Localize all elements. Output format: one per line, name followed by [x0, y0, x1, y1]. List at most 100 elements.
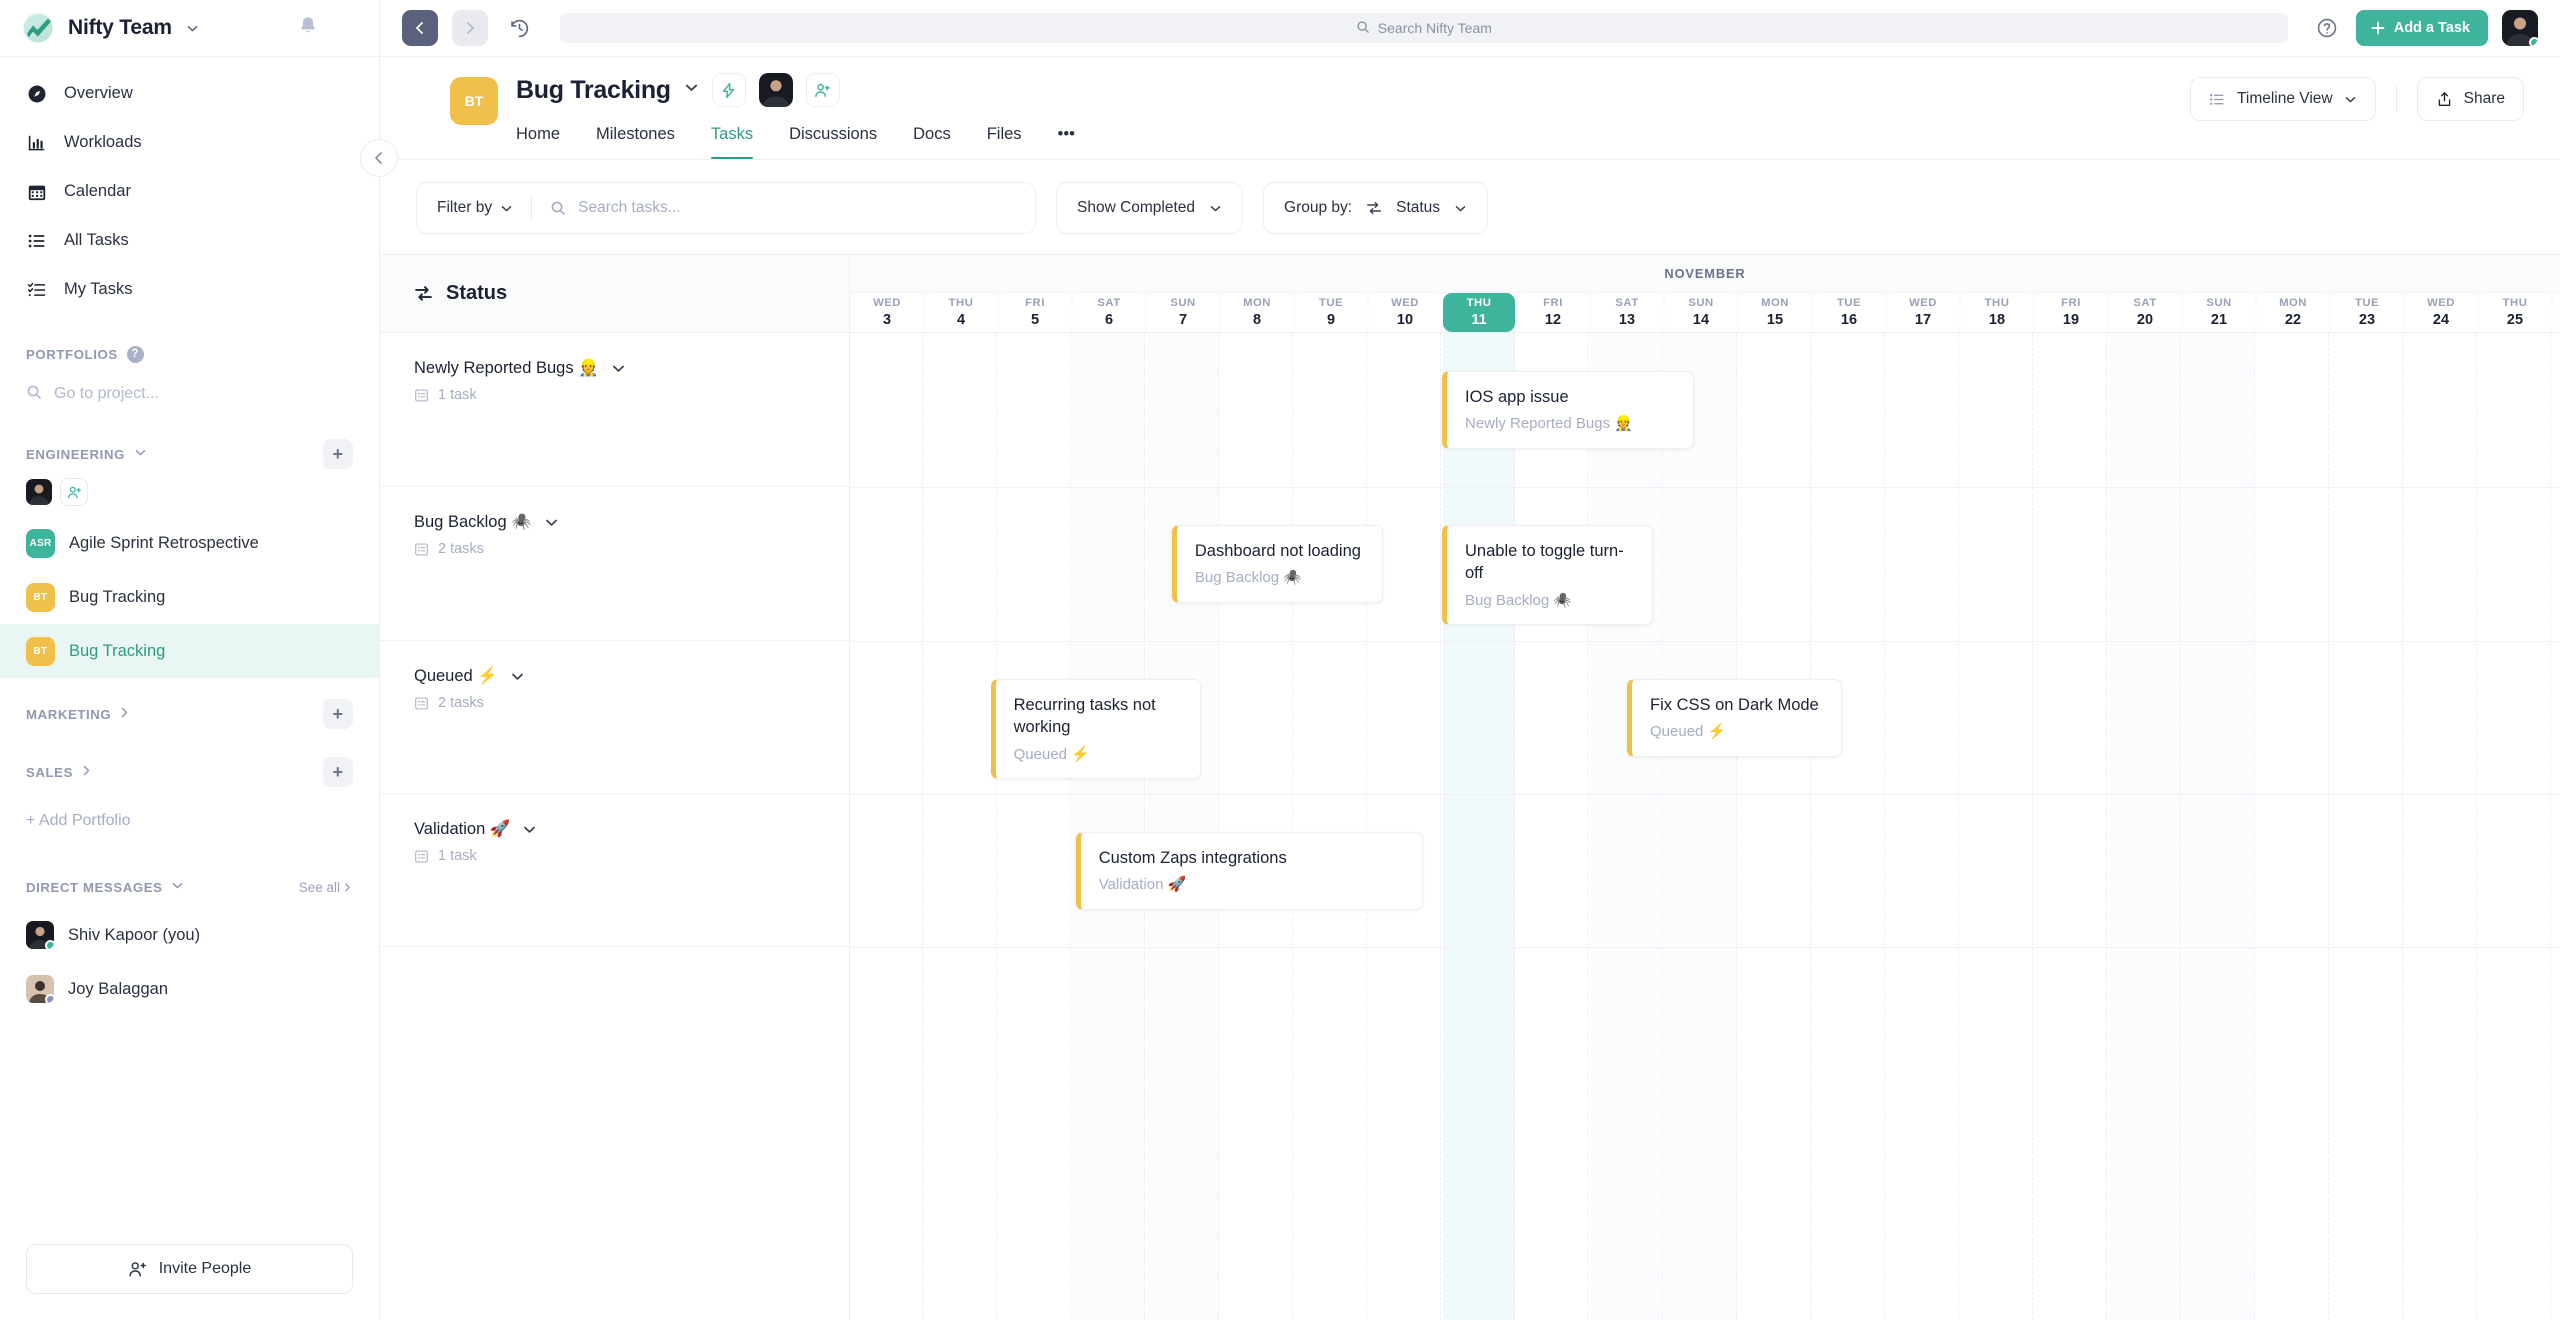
timeline-day-15[interactable]: MON 15 — [1739, 293, 1811, 332]
chevron-down-icon[interactable] — [171, 879, 184, 895]
sales-section-header[interactable]: SALES + — [0, 750, 379, 794]
show-completed-button[interactable]: Show Completed — [1056, 182, 1244, 234]
timeline-day-11[interactable]: THU 11 — [1443, 293, 1515, 332]
tab-files[interactable]: Files — [969, 115, 1040, 159]
timeline-task-card[interactable]: IOS app issue Newly Reported Bugs 👷 — [1442, 371, 1694, 449]
portfolios-help-icon[interactable]: ? — [126, 345, 144, 363]
timeline-column — [2257, 333, 2329, 1320]
engineering-section-header[interactable]: ENGINEERING + — [0, 434, 379, 474]
tab-tasks[interactable]: Tasks — [693, 115, 771, 159]
timeline-day-20[interactable]: SAT 20 — [2109, 293, 2181, 332]
timeline-task-card[interactable]: Unable to toggle turn-off Bug Backlog 🕷️ — [1442, 525, 1653, 626]
timeline-day-14[interactable]: SUN 14 — [1665, 293, 1737, 332]
see-all-link[interactable]: See all — [299, 880, 353, 895]
add-member-button[interactable] — [805, 73, 840, 107]
dm-item-joy-balaggan[interactable]: Joy Balaggan — [0, 962, 379, 1016]
sidebar-collapse-button[interactable] — [360, 139, 398, 177]
timeline-day-5[interactable]: FRI 5 — [999, 293, 1071, 332]
filter-by-button[interactable]: Filter by — [437, 199, 513, 217]
timeline-day-9[interactable]: TUE 9 — [1295, 293, 1367, 332]
day-weekday: SAT — [2133, 296, 2157, 309]
chevron-down-icon[interactable] — [186, 22, 199, 35]
nav-forward-button[interactable] — [452, 10, 488, 46]
workspace-name[interactable]: Nifty Team — [68, 16, 172, 40]
chevron-right-icon[interactable] — [80, 764, 93, 780]
timeline-day-6[interactable]: SAT 6 — [1073, 293, 1145, 332]
search-tasks-input[interactable]: Search tasks... — [550, 199, 1015, 217]
automation-bolt-button[interactable] — [711, 73, 746, 107]
invite-people-button[interactable]: Invite People — [26, 1244, 353, 1294]
sidebar-item-workloads[interactable]: Workloads — [0, 118, 379, 167]
chevron-right-icon — [345, 882, 350, 892]
group-column-header[interactable]: Status — [380, 255, 849, 333]
global-search-input[interactable]: Search Nifty Team — [560, 13, 2288, 43]
timeline-day-13[interactable]: SAT 13 — [1591, 293, 1663, 332]
group-title-row[interactable]: Newly Reported Bugs 👷 — [414, 359, 815, 378]
timeline-task-card[interactable]: Recurring tasks not working Queued ⚡ — [990, 679, 1202, 780]
task-list-icon — [415, 849, 428, 863]
add-task-button[interactable]: Add a Task — [2355, 10, 2488, 46]
goto-project-input[interactable]: Go to project... — [0, 374, 379, 414]
timeline-day-24[interactable]: WED 24 — [2405, 293, 2477, 332]
help-circle-icon[interactable] — [2312, 13, 2342, 43]
timeline-day-19[interactable]: FRI 19 — [2035, 293, 2107, 332]
timeline-day-22[interactable]: MON 22 — [2257, 293, 2329, 332]
tab-discussions[interactable]: Discussions — [771, 115, 895, 159]
member-avatar[interactable] — [26, 479, 52, 505]
marketing-section-header[interactable]: MARKETING + — [0, 692, 379, 736]
tab-more-menu[interactable]: ••• — [1040, 115, 1093, 159]
sidebar-project-agile-sprint-retrospective[interactable]: ASR Agile Sprint Retrospective — [0, 516, 379, 570]
tab-home[interactable]: Home — [516, 115, 578, 159]
chevron-down-icon[interactable] — [684, 80, 699, 100]
group-title-row[interactable]: Bug Backlog 🕷️ — [414, 513, 815, 532]
add-project-button[interactable]: + — [323, 757, 353, 787]
day-weekday: FRI — [2061, 296, 2081, 309]
timeline-day-7[interactable]: SUN 7 — [1147, 293, 1219, 332]
sidebar-project-bug-tracking-2[interactable]: BT Bug Tracking — [0, 624, 379, 678]
timeline-column — [2331, 333, 2403, 1320]
timeline-day-10[interactable]: WED 10 — [1369, 293, 1441, 332]
share-button[interactable]: Share — [2416, 77, 2524, 121]
notifications-bell-icon[interactable] — [297, 15, 319, 42]
timeline-day-17[interactable]: WED 17 — [1887, 293, 1959, 332]
nav-back-button[interactable] — [402, 10, 438, 46]
timeline-day-21[interactable]: SUN 21 — [2183, 293, 2255, 332]
timeline-task-card[interactable]: Dashboard not loading Bug Backlog 🕷️ — [1171, 525, 1383, 603]
chevron-right-icon[interactable] — [118, 706, 131, 722]
timeline-day-18[interactable]: THU 18 — [1961, 293, 2033, 332]
day-weekday: WED — [2427, 296, 2455, 309]
sidebar-item-overview[interactable]: Overview — [0, 69, 379, 118]
task-card-status: Newly Reported Bugs 👷 — [1465, 415, 1633, 433]
history-icon[interactable] — [502, 11, 536, 45]
timeline-day-3[interactable]: WED 3 — [851, 293, 923, 332]
add-project-button[interactable]: + — [323, 439, 353, 469]
sidebar-item-calendar[interactable]: Calendar — [0, 167, 379, 216]
dm-item-shiv-kapoor[interactable]: Shiv Kapoor (you) — [0, 908, 379, 962]
sidebar-item-my-tasks[interactable]: My Tasks — [0, 265, 379, 314]
user-avatar[interactable] — [2502, 10, 2538, 46]
group-by-button[interactable]: Group by: Status — [1263, 182, 1489, 234]
sidebar-project-bug-tracking-1[interactable]: BT Bug Tracking — [0, 570, 379, 624]
timeline-day-8[interactable]: MON 8 — [1221, 293, 1293, 332]
tab-milestones[interactable]: Milestones — [578, 115, 693, 159]
row-separator — [850, 487, 2560, 488]
timeline-task-card[interactable]: Fix CSS on Dark Mode Queued ⚡ — [1627, 679, 1842, 757]
timeline-day-25[interactable]: THU 25 — [2479, 293, 2551, 332]
chevron-down-icon[interactable] — [134, 446, 147, 462]
sidebar-item-all-tasks[interactable]: All Tasks — [0, 216, 379, 265]
timeline-day-12[interactable]: FRI 12 — [1517, 293, 1589, 332]
timeline-day-16[interactable]: TUE 16 — [1813, 293, 1885, 332]
group-title-row[interactable]: Validation 🚀 — [414, 820, 815, 839]
timeline-task-card[interactable]: Custom Zaps integrations Validation 🚀 — [1075, 832, 1424, 910]
timeline-day-26[interactable]: FRI26 — [2553, 293, 2560, 332]
project-member-avatar[interactable] — [758, 73, 793, 107]
add-member-icon[interactable] — [60, 478, 88, 506]
timeline-day-4[interactable]: THU 4 — [925, 293, 997, 332]
view-switcher-button[interactable]: Timeline View — [2190, 77, 2376, 121]
timeline-column — [1665, 333, 1737, 1320]
add-project-button[interactable]: + — [323, 699, 353, 729]
timeline-day-23[interactable]: TUE 23 — [2331, 293, 2403, 332]
add-portfolio-button[interactable]: + Add Portfolio — [0, 794, 379, 836]
tab-docs[interactable]: Docs — [895, 115, 969, 159]
group-title-row[interactable]: Queued ⚡ — [414, 667, 815, 686]
